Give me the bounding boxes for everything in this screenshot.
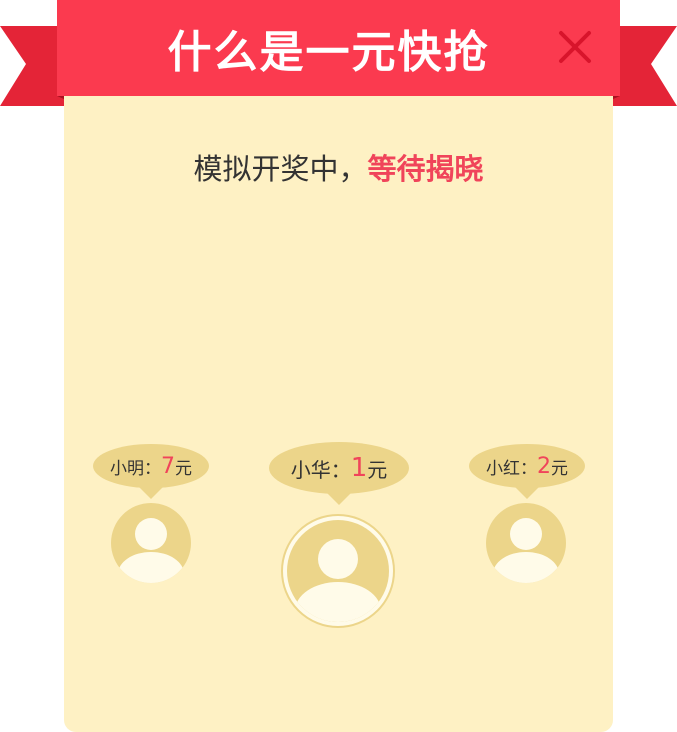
close-button[interactable] xyxy=(558,30,592,64)
player-bubble: 小明： 7 元 xyxy=(93,444,209,499)
player-xiaohong: 小红： 2 元 xyxy=(469,444,585,499)
status-prefix: 模拟开奖中， xyxy=(193,152,368,186)
player-amount: 2 xyxy=(537,453,551,479)
status-message: 模拟开奖中，等待揭晓 xyxy=(0,146,677,188)
close-icon xyxy=(559,31,591,63)
avatar-xiaohua xyxy=(281,514,395,628)
page-title: 什么是一元快抢 xyxy=(167,27,490,78)
player-bubble: 小红： 2 元 xyxy=(469,444,585,499)
player-bubble: 小华： 1 元 xyxy=(269,442,409,505)
player-amount: 1 xyxy=(350,453,368,483)
player-name: 小明： xyxy=(110,458,161,479)
header-ribbon: 什么是一元快抢 xyxy=(57,0,620,96)
player-unit: 元 xyxy=(551,458,568,479)
player-amount: 7 xyxy=(161,453,175,479)
status-highlight: 等待揭晓 xyxy=(367,152,484,186)
avatar-xiaoming xyxy=(111,503,191,583)
player-name: 小红： xyxy=(486,458,537,479)
player-unit: 元 xyxy=(175,458,192,479)
player-xiaoming: 小明： 7 元 xyxy=(93,444,209,499)
avatar-xiaohong xyxy=(486,503,566,583)
info-card xyxy=(64,92,613,732)
player-xiaohua: 小华： 1 元 xyxy=(269,442,409,505)
player-name: 小华： xyxy=(290,457,351,482)
player-unit: 元 xyxy=(367,457,388,482)
